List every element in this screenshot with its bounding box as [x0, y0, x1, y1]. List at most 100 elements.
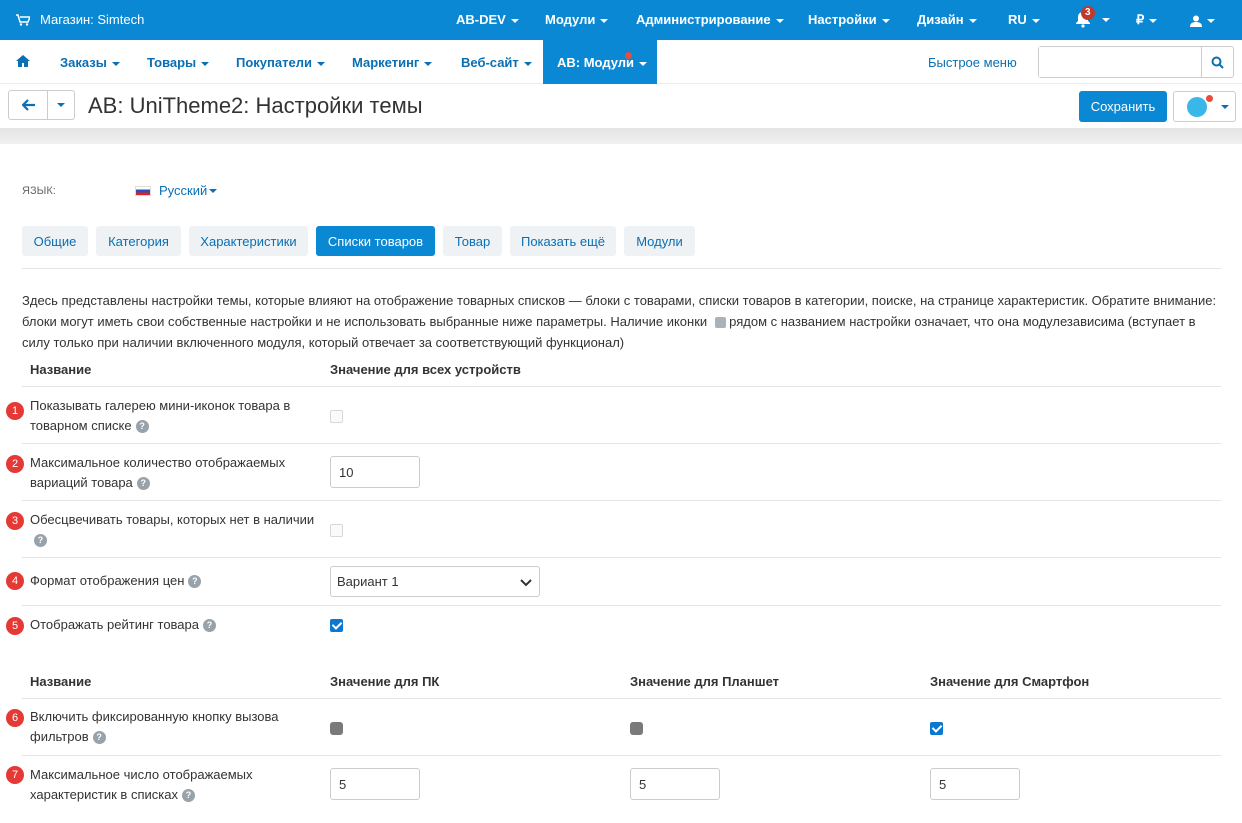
setting-label-text: Формат отображения цен [30, 573, 185, 588]
setting-label-text: Включить фиксированную кнопку вызова фил… [30, 709, 279, 744]
menu-language-label: RU [1008, 12, 1027, 27]
show-gallery-checkbox[interactable] [330, 410, 343, 423]
step-number-badge: 3 [6, 512, 24, 530]
caret-down-icon [201, 61, 210, 66]
nav-marketing-label: Маркетинг [352, 55, 420, 70]
menu-language[interactable]: RU [1008, 12, 1040, 27]
menu-ab-dev-label: AB-DEV [456, 12, 506, 27]
menu-user[interactable] [1190, 12, 1215, 27]
show-rating-checkbox[interactable] [330, 619, 343, 632]
caret-down-icon [1149, 18, 1158, 23]
nav-bar: Заказы Товары Покупатели Маркетинг Веб-с… [0, 40, 1242, 84]
caret-down-icon[interactable] [1102, 18, 1110, 22]
caret-down-icon [316, 61, 325, 66]
back-button[interactable] [8, 90, 48, 120]
help-icon[interactable]: ? [92, 731, 106, 745]
help-icon[interactable]: ? [203, 619, 216, 633]
caret-down-icon [111, 61, 120, 66]
step-number-badge: 4 [6, 572, 24, 590]
home-icon[interactable] [16, 54, 30, 68]
caret-down-icon [57, 103, 65, 107]
cart-icon [16, 13, 30, 26]
nav-products[interactable]: Товары [147, 55, 210, 70]
menu-settings[interactable]: Настройки [808, 12, 890, 27]
quick-menu-link[interactable]: Быстрое меню [928, 55, 1017, 70]
caret-down-icon [1031, 18, 1040, 23]
fixed-filter-button-pc-checkbox[interactable] [330, 722, 343, 735]
nav-marketing[interactable]: Маркетинг [352, 55, 433, 70]
setting-label: Максимальное количество отображаемых вар… [30, 453, 320, 493]
tabs-divider [22, 268, 1221, 269]
table2-col-tablet: Значение для Планшет [630, 674, 780, 689]
nav-customers-label: Покупатели [236, 55, 312, 70]
russia-flag-icon [135, 185, 151, 196]
menu-design[interactable]: Дизайн [917, 12, 977, 27]
help-icon[interactable]: ? [136, 477, 150, 491]
help-icon[interactable]: ? [188, 575, 202, 589]
language-selector[interactable]: Русский [135, 183, 218, 198]
menu-design-label: Дизайн [917, 12, 964, 27]
caret-down-icon [510, 18, 519, 23]
nav-website-label: Веб-сайт [461, 55, 519, 70]
step-number-badge: 6 [6, 709, 24, 727]
top-bar: Магазин: Simtech AB-DEV Модули Администр… [0, 0, 1242, 40]
caret-down-icon [1207, 18, 1215, 23]
divider [22, 605, 1221, 606]
setting-label: Включить фиксированную кнопку вызова фил… [30, 707, 320, 747]
fixed-filter-button-tablet-checkbox[interactable] [630, 722, 643, 735]
table1-col-value: Значение для всех устройств [330, 362, 521, 377]
max-features-pc-input[interactable] [330, 768, 420, 800]
menu-administration[interactable]: Администрирование [636, 12, 784, 27]
menu-currency[interactable]: ₽ [1136, 12, 1158, 28]
tab-show-more[interactable]: Показать ещё [510, 226, 616, 256]
search-button[interactable] [1201, 47, 1233, 77]
max-variations-input[interactable] [330, 456, 420, 488]
caret-down-icon [1221, 105, 1229, 109]
tab-category[interactable]: Категория [96, 226, 181, 256]
user-icon [1190, 15, 1202, 27]
nav-ab-modules-label: AB: Модули [557, 55, 635, 70]
help-icon[interactable]: ? [135, 420, 149, 434]
nav-customers[interactable]: Покупатели [236, 55, 325, 70]
divider [22, 698, 1221, 699]
price-format-select[interactable]: Вариант 1 [330, 566, 540, 597]
menu-settings-label: Настройки [808, 12, 877, 27]
search-input[interactable] [1039, 47, 1203, 77]
divider [22, 500, 1221, 501]
setting-label-text: Отображать рейтинг товара [30, 617, 199, 632]
setting-label: Показывать галерею мини-иконок товара в … [30, 396, 320, 436]
nav-ab-modules[interactable]: AB: Модули [543, 40, 657, 84]
help-icon[interactable]: ? [181, 789, 195, 803]
search-box [1038, 46, 1234, 78]
addon-menu-button[interactable] [1173, 91, 1236, 122]
help-icon[interactable]: ? [34, 534, 47, 548]
search-icon [1211, 56, 1224, 69]
menu-modules[interactable]: Модули [545, 12, 609, 27]
caret-down-icon [523, 61, 532, 66]
tab-general[interactable]: Общие [22, 226, 88, 256]
tab-features[interactable]: Характеристики [189, 226, 308, 256]
max-features-phone-input[interactable] [930, 768, 1020, 800]
page-title: AB: UniTheme2: Настройки темы [88, 93, 423, 118]
store-selector[interactable]: Магазин: Simtech [16, 12, 144, 27]
language-label: Язык: [22, 185, 56, 197]
menu-ab-dev[interactable]: AB-DEV [456, 12, 519, 27]
tab-product[interactable]: Товар [443, 226, 502, 256]
setting-label: Обесцвечивать товары, которых нет в нали… [30, 510, 320, 550]
step-number-badge: 7 [6, 766, 24, 784]
caret-down-icon [968, 18, 977, 23]
tab-addons[interactable]: Модули [624, 226, 695, 256]
step-number-badge: 5 [6, 617, 24, 635]
save-button[interactable]: Сохранить [1079, 91, 1167, 122]
fixed-filter-button-phone-checkbox[interactable] [930, 722, 943, 735]
caret-down-icon [600, 18, 609, 23]
max-features-tablet-input[interactable] [630, 768, 720, 800]
nav-website[interactable]: Веб-сайт [461, 55, 532, 70]
divider [22, 557, 1221, 558]
back-dropdown-button[interactable] [47, 90, 75, 120]
grayscale-out-of-stock-checkbox[interactable] [330, 524, 343, 537]
nav-orders[interactable]: Заказы [60, 55, 120, 70]
tab-product-lists[interactable]: Списки товаров [316, 226, 435, 256]
notification-badge: 3 [1081, 6, 1095, 20]
step-number-badge: 1 [6, 402, 24, 420]
